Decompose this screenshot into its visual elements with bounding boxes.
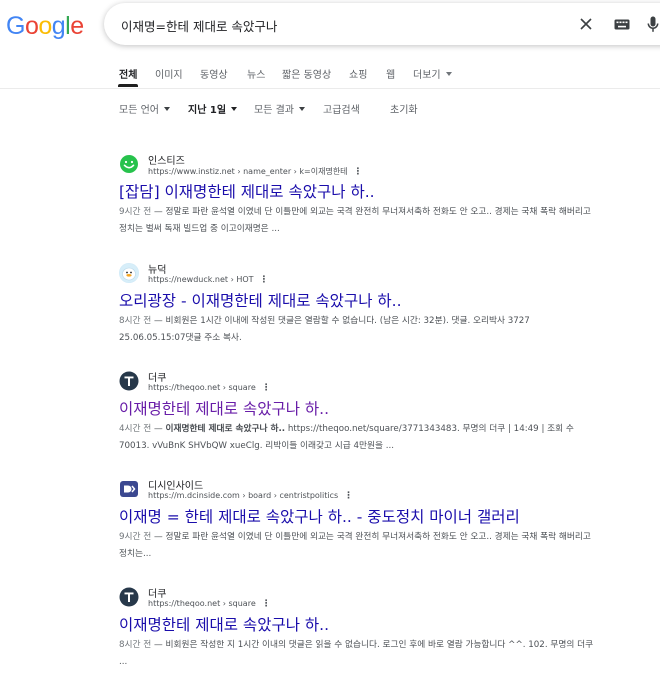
- google-logo[interactable]: Google: [6, 12, 84, 41]
- result-age: 9시간 전: [119, 532, 152, 542]
- logo-letter: g: [51, 12, 66, 40]
- more-options-icon[interactable]: ⋮: [344, 491, 353, 501]
- results-filter[interactable]: 모든 결과: [254, 101, 305, 116]
- result-snippet: 9시간 전 — 정말로 파란 윤석열 이였네 단 이틀만에 외교는 국격 완전히…: [119, 529, 595, 563]
- tab-more[interactable]: 더보기: [413, 66, 452, 81]
- keyboard-icon[interactable]: [614, 19, 630, 30]
- result-url-text: https://theqoo.net › square: [148, 383, 256, 392]
- result-url[interactable]: https://theqoo.net › square ⋮: [148, 383, 271, 393]
- more-options-icon[interactable]: ⋮: [262, 383, 271, 393]
- result-url-text: https://theqoo.net › square: [148, 599, 256, 608]
- more-options-icon[interactable]: ⋮: [260, 275, 269, 285]
- tab-more-label: 더보기: [413, 70, 441, 81]
- result-url[interactable]: https://newduck.net › HOT ⋮: [148, 275, 269, 285]
- results-filter-label: 모든 결과: [254, 105, 294, 116]
- tab-all[interactable]: 전체: [119, 66, 137, 81]
- result-age: 8시간 전: [119, 316, 152, 326]
- clear-icon[interactable]: [580, 18, 592, 30]
- result-url[interactable]: https://www.instiz.net › name_enter › k=…: [148, 166, 363, 177]
- result-title[interactable]: 이재명한테 제대로 속았구나 하..: [119, 613, 329, 635]
- language-filter-label: 모든 언어: [119, 105, 159, 116]
- reset-link[interactable]: 초기화: [390, 101, 418, 116]
- dcinside-favicon: [119, 479, 139, 499]
- microphone-icon[interactable]: [647, 16, 659, 33]
- snippet-text: 정말로 파란 윤석열 이였네 단 이틀만에 외교는 국격 완전히 무너져서축하 …: [119, 207, 591, 234]
- advanced-search-link[interactable]: 고급검색: [323, 101, 360, 116]
- result-site-name[interactable]: 인스티즈: [148, 152, 185, 167]
- result-url-text: https://newduck.net › HOT: [148, 275, 254, 284]
- search-tabs: 전체 이미지 동영상 뉴스 짧은 동영상 쇼핑 웹 더보기: [0, 60, 660, 89]
- result-url[interactable]: https://theqoo.net › square ⋮: [148, 599, 271, 609]
- theqoo-favicon: [119, 587, 139, 607]
- result-site-name[interactable]: 뉴덕: [148, 261, 166, 276]
- active-tab-indicator: [118, 84, 138, 87]
- snippet-text: 비회원은 1시간 이내에 작성된 댓글은 열람할 수 없습니다. (남은 시간:…: [119, 316, 530, 343]
- more-options-icon[interactable]: ⋮: [354, 167, 363, 177]
- tab-news[interactable]: 뉴스: [247, 66, 265, 81]
- chevron-down-icon: [231, 107, 238, 111]
- snippet-highlight: 이재명한테 제대로 속았구나 하..: [165, 424, 286, 434]
- result-url-text: https://m.dcinside.com › board › centris…: [148, 491, 339, 500]
- time-filter-label: 지난 1일: [188, 105, 227, 116]
- result-age: 9시간 전: [119, 207, 152, 217]
- result-title[interactable]: [잡담] 이재명한테 제대로 속았구나 하..: [119, 180, 375, 202]
- result-title[interactable]: 이재명한테 제대로 속았구나 하..: [119, 397, 329, 419]
- newduck-favicon: [119, 263, 139, 283]
- tab-images[interactable]: 이미지: [155, 66, 183, 81]
- tab-shopping[interactable]: 쇼핑: [349, 66, 367, 81]
- snippet-separator: —: [151, 532, 166, 542]
- theqoo-favicon: [119, 371, 139, 391]
- snippet-separator: —: [151, 640, 166, 650]
- result-snippet: 9시간 전 — 정말로 파란 윤석열 이였네 단 이틀만에 외교는 국격 완전히…: [119, 204, 595, 238]
- chevron-down-icon: [298, 107, 305, 111]
- logo-letter: G: [6, 12, 25, 40]
- language-filter[interactable]: 모든 언어: [119, 101, 170, 116]
- logo-letter: o: [38, 12, 52, 40]
- result-snippet: 8시간 전 — 비회원은 1시간 이내에 작성된 댓글은 열람할 수 없습니다.…: [119, 313, 595, 347]
- chevron-down-icon: [445, 72, 452, 76]
- search-input[interactable]: 이재명=한테 제대로 속았구나: [121, 16, 277, 35]
- result-site-name[interactable]: 더쿠: [148, 585, 166, 600]
- result-age: 4시간 전: [119, 424, 152, 434]
- tab-short-videos[interactable]: 짧은 동영상: [282, 66, 331, 81]
- chevron-down-icon: [163, 107, 170, 111]
- instiz-favicon: [119, 154, 139, 174]
- snippet-text: 정말로 파란 윤석열 이였네 단 이틀만에 외교는 국격 완전히 무너져서축하 …: [119, 532, 591, 559]
- result-url-text: https://www.instiz.net › name_enter › k=…: [148, 167, 348, 176]
- snippet-separator: —: [151, 207, 166, 217]
- result-site-name[interactable]: 더쿠: [148, 369, 166, 384]
- result-title[interactable]: 오리광장 - 이재명한테 제대로 속았구나 하..: [119, 289, 402, 311]
- more-options-icon[interactable]: ⋮: [262, 599, 271, 609]
- result-url[interactable]: https://m.dcinside.com › board › centris…: [148, 491, 353, 501]
- tab-web[interactable]: 웹: [386, 66, 395, 81]
- result-title[interactable]: 이재명 = 한테 제대로 속았구나 하.. - 중도정치 마이너 갤러리: [119, 505, 520, 527]
- result-snippet: 4시간 전 — 이재명한테 제대로 속았구나 하.. https://theqo…: [119, 421, 595, 455]
- time-filter[interactable]: 지난 1일: [188, 101, 238, 116]
- tab-videos[interactable]: 동영상: [200, 66, 228, 81]
- search-box[interactable]: 이재명=한테 제대로 속았구나: [104, 3, 660, 45]
- logo-letter: o: [24, 12, 39, 40]
- snippet-separator: —: [151, 316, 166, 326]
- snippet-separator: —: [151, 424, 166, 434]
- result-site-name[interactable]: 디시인사이드: [148, 477, 203, 492]
- result-snippet: 8시간 전 — 비회원은 작성한 지 1시간 이내의 댓글은 읽을 수 없습니다…: [119, 637, 595, 671]
- logo-letter: e: [70, 12, 84, 40]
- result-age: 8시간 전: [119, 640, 152, 650]
- snippet-text: 비회원은 작성한 지 1시간 이내의 댓글은 읽을 수 없습니다. 로그인 후에…: [119, 640, 594, 667]
